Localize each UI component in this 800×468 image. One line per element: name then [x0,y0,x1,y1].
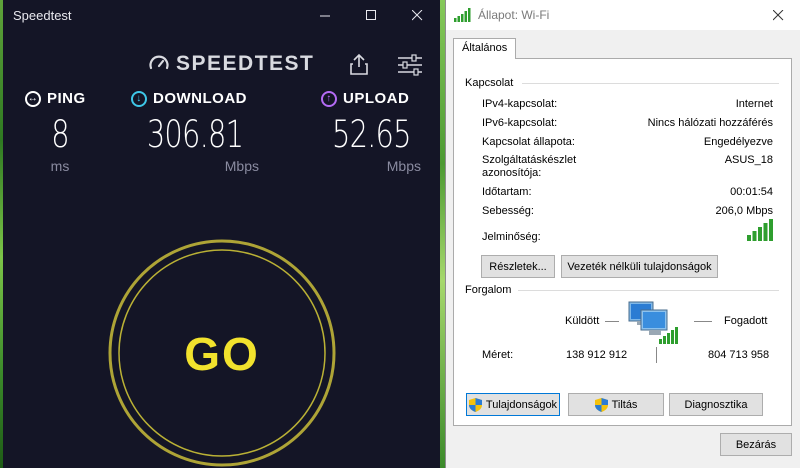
download-metric: ↓ DOWNLOAD 306.81 Mbps [131,90,259,174]
received-line [694,321,712,322]
ping-header: ↔ PING [25,90,95,107]
signal-quality-label: Jelminőség: [482,231,541,243]
media-state-value: Engedélyezve [703,136,773,148]
signal-strength-icon [747,219,773,241]
ping-metric: ↔ PING 8 ms [25,90,95,174]
download-label: DOWNLOAD [153,90,247,107]
download-header: ↓ DOWNLOAD [131,90,259,107]
received-bytes-value: 804 713 958 [708,349,770,361]
speedtest-window: Speedtest SPEEDTEST ↔ PING 8 ms ↓ DOWNLO… [3,0,440,468]
go-label: GO [184,328,260,380]
ssid-label-line1: Szolgáltatáskészlet [482,154,577,166]
close-button[interactable]: Bezárás [720,433,792,456]
upload-arrow-icon: ↑ [321,90,337,107]
uac-shield-icon [468,397,482,412]
logo-text: SPEEDTEST [176,52,315,75]
upload-header: ↑ UPLOAD [321,90,421,107]
ping-unit: ms [50,158,70,174]
wifi-signal-icon [454,8,471,22]
activity-group-title: Forgalom [465,284,512,296]
connection-group-divider [522,83,779,84]
download-arrow-icon: ↓ [131,90,147,107]
speed-value: 206,0 Mbps [715,205,773,217]
upload-metric: ↑ UPLOAD 52.65 Mbps [321,90,421,174]
duration-label: Időtartam: [482,186,532,198]
upload-label: UPLOAD [343,90,410,107]
share-icon[interactable] [349,52,369,76]
duration-value: 00:01:54 [730,186,773,198]
window-title: Speedtest [13,7,72,23]
dialog-close-icon[interactable] [756,0,800,30]
properties-button[interactable]: Tulajdonságok [466,393,560,416]
download-value: 306.81 [146,113,244,156]
ping-icon: ↔ [25,90,41,107]
properties-label: Tulajdonságok [485,398,558,411]
disable-button[interactable]: Tiltás [568,393,664,416]
upload-value: 52.65 [332,113,412,156]
sent-label: Küldött [565,315,600,327]
ping-label: PING [47,90,86,107]
network-computers-icon [628,301,678,344]
speedometer-icon [149,55,169,70]
details-button[interactable]: Részletek... [481,255,555,278]
download-unit: Mbps [224,158,259,174]
connection-group-title: Kapcsolat [465,77,514,89]
minimize-icon[interactable] [302,0,348,30]
sent-line [605,321,619,322]
close-icon[interactable] [394,0,440,30]
ipv4-label: IPv4-kapcsolat: [482,98,558,110]
general-panel: Kapcsolat IPv4-kapcsolat: Internet IPv6-… [453,58,792,426]
disable-label: Tiltás [611,398,638,411]
ipv6-label: IPv6-kapcsolat: [482,117,558,129]
wifi-status-dialog: Állapot: Wi-Fi Általános Kapcsolat IPv4-… [445,0,800,468]
dialog-titlebar[interactable]: Állapot: Wi-Fi [446,0,800,30]
sent-bytes-value: 138 912 912 [566,349,628,361]
window-controls [302,0,440,30]
speedtest-header: SPEEDTEST [3,50,440,80]
diagnose-button[interactable]: Diagnosztika [669,393,763,416]
uac-shield-icon [594,397,608,412]
received-label: Fogadott [724,315,768,327]
ping-value: 8 [51,113,69,156]
activity-separator [656,347,657,363]
speedtest-titlebar[interactable]: Speedtest [3,0,440,30]
ssid-value: ASUS_18 [724,154,773,166]
ipv4-value: Internet [735,98,773,110]
settings-sliders-icon[interactable] [397,54,423,76]
upload-unit: Mbps [386,158,421,174]
wireless-properties-button[interactable]: Vezeték nélküli tulajdonságok [561,255,718,278]
maximize-icon[interactable] [348,0,394,30]
go-button[interactable]: GO [97,228,347,468]
ssid-label-line2: azonosítója: [482,167,542,179]
activity-group-divider [518,290,779,291]
speedtest-logo: SPEEDTEST [148,52,314,76]
tab-general[interactable]: Általános [453,38,517,59]
size-label: Méret: [482,349,514,361]
ipv6-value: Nincs hálózati hozzáférés [647,117,773,129]
dialog-title: Állapot: Wi-Fi [478,8,550,22]
speed-label: Sebesség: [482,205,534,217]
media-state-label: Kapcsolat állapota: [482,136,575,148]
